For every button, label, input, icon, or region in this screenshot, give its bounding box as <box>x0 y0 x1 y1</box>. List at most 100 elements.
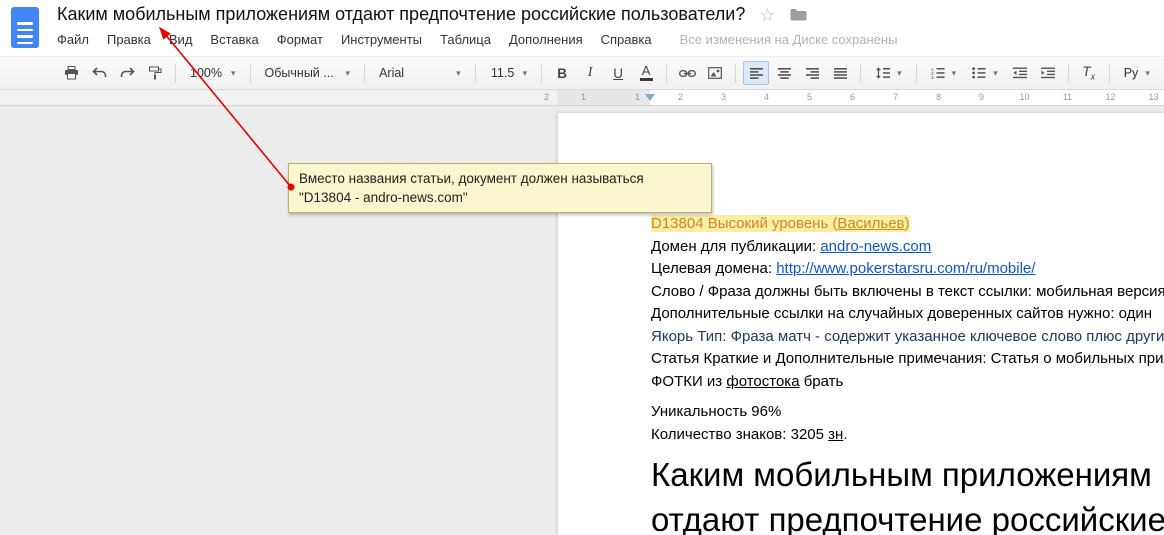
doc-text: . <box>843 426 847 443</box>
redo-button[interactable] <box>114 61 140 85</box>
domain-link[interactable]: andro-news.com <box>820 238 931 255</box>
toolbar-separator <box>860 64 861 83</box>
font-size-dropdown[interactable]: 11.5 <box>483 61 535 85</box>
annotation-callout: Вместо названия статьи, документ должен … <box>288 163 712 213</box>
doc-uniqueness-line: Уникальность 96% <box>651 401 1164 424</box>
menu-item[interactable]: Правка <box>107 32 151 47</box>
logo-line <box>17 42 33 45</box>
top-bar: Каким мобильным приложениям отдают предп… <box>0 0 1164 56</box>
doc-phrase-line: Слово / Фраза должны быть включены в тек… <box>651 281 1164 304</box>
ruler-tick: 10 <box>1003 90 1046 105</box>
menu-item[interactable]: Вставка <box>210 32 258 47</box>
doc-heading-line-2: отдают предпочтение российские <box>651 497 1164 535</box>
indent-marker[interactable] <box>645 94 655 101</box>
doc-text: Количество знаков: 3205 <box>651 426 828 443</box>
folder-icon[interactable] <box>790 8 807 21</box>
menu-item[interactable]: Формат <box>277 32 323 47</box>
document-title[interactable]: Каким мобильным приложениям отдают предп… <box>57 4 745 25</box>
insert-link-button[interactable] <box>674 61 700 85</box>
ruler-tick: 4 <box>745 90 788 105</box>
toolbar-separator <box>541 64 542 83</box>
doc-extra-line: Дополнительные ссылки на случайных довер… <box>651 303 1164 326</box>
title-row: Каким мобильным приложениям отдают предп… <box>57 4 807 25</box>
menu-item[interactable]: Вид <box>169 32 193 47</box>
ruler-tick: 13 <box>1132 90 1164 105</box>
input-tools-value: Ру <box>1124 66 1139 80</box>
align-justify-icon <box>834 68 847 79</box>
paint-format-button[interactable] <box>142 61 168 85</box>
align-center-button[interactable] <box>771 61 797 85</box>
menu-item[interactable]: Инструменты <box>341 32 422 47</box>
italic-button[interactable]: I <box>577 61 603 85</box>
doc-heading-line-1: Каким мобильным приложениям <box>651 452 1164 497</box>
ruler-page-ticks: 12345678910111213 <box>616 90 1164 105</box>
toolbar-separator <box>735 64 736 83</box>
styles-dropdown[interactable]: Обычный ... <box>258 61 358 85</box>
doc-text: Домен для публикации: <box>651 238 820 255</box>
paint-roller-icon <box>148 66 162 80</box>
undo-button[interactable] <box>86 61 112 85</box>
doc-text: Якорь Тип: Фраза матч - содержит указанн… <box>651 328 1164 345</box>
svg-text:3.: 3. <box>931 75 935 79</box>
link-icon <box>679 69 696 78</box>
toolbar-separator <box>1068 64 1069 83</box>
docs-logo[interactable] <box>11 7 39 48</box>
numbered-list-dropdown[interactable]: 1.2.3. <box>924 61 964 85</box>
line-spacing-icon <box>875 67 890 79</box>
insert-image-button[interactable] <box>702 61 728 85</box>
ruler-tick: 8 <box>917 90 960 105</box>
outdent-button[interactable] <box>1007 61 1033 85</box>
line-spacing-dropdown[interactable] <box>868 61 909 85</box>
doc-text: Статья Краткие и Дополнительные примечан… <box>651 350 1164 367</box>
bold-button[interactable]: B <box>549 61 575 85</box>
indent-icon <box>1041 67 1055 79</box>
doc-photos-line: ФОТКИ из фотостока брать <box>651 371 1164 394</box>
annotation-line-1: Вместо названия статьи, документ должен … <box>299 169 701 188</box>
ruler-tick: 1 <box>565 90 602 105</box>
doc-text: Слово / Фраза должны быть включены в тек… <box>651 283 1164 300</box>
toolbar: 100% Обычный ... Arial 11.5 B I U A <box>0 56 1164 90</box>
menu-item[interactable]: Справка <box>601 32 652 47</box>
align-right-button[interactable] <box>799 61 825 85</box>
bulleted-list-icon <box>972 67 986 79</box>
logo-line <box>17 35 33 38</box>
indent-button[interactable] <box>1035 61 1061 85</box>
doc-text: Целевая домена: <box>651 260 776 277</box>
doc-article-line: Статья Краткие и Дополнительные примечан… <box>651 348 1164 371</box>
ruler-tick: 2 <box>528 90 565 105</box>
logo-line <box>17 29 33 32</box>
chars-term: зн <box>828 426 843 443</box>
ruler-tick: 7 <box>874 90 917 105</box>
target-url-link[interactable]: http://www.pokerstarsru.com/ru/mobile/ <box>776 260 1035 277</box>
logo-line <box>17 22 33 25</box>
menu-item[interactable]: Файл <box>57 32 89 47</box>
menu-item[interactable]: Таблица <box>440 32 491 47</box>
numbered-list-icon: 1.2.3. <box>931 67 945 79</box>
input-tools-dropdown[interactable]: Ру <box>1117 61 1157 85</box>
meta-author-link[interactable]: Васильев <box>837 215 904 232</box>
text-color-button[interactable]: A <box>633 61 659 85</box>
toolbar-separator <box>666 64 667 83</box>
bulleted-list-dropdown[interactable] <box>965 61 1005 85</box>
document-body[interactable]: D13804 Высокий уровень (Васильев) Домен … <box>651 213 1164 535</box>
ruler[interactable]: 21 12345678910111213 <box>0 90 1164 106</box>
star-icon[interactable]: ☆ <box>759 6 775 24</box>
font-dropdown[interactable]: Arial <box>372 61 468 85</box>
toolbar-separator <box>916 64 917 83</box>
ruler-tick: 3 <box>702 90 745 105</box>
toolbar-separator <box>364 64 365 83</box>
redo-icon <box>120 67 135 79</box>
blank-line <box>651 393 1164 401</box>
menu-item[interactable]: Дополнения <box>509 32 583 47</box>
toolbar-separator <box>250 64 251 83</box>
save-status[interactable]: Все изменения на Диске сохранены <box>680 32 898 47</box>
print-button[interactable] <box>58 61 84 85</box>
clear-formatting-button[interactable]: Tx <box>1076 61 1102 85</box>
doc-anchor-line: Якорь Тип: Фраза матч - содержит указанн… <box>651 326 1164 349</box>
underline-button[interactable]: U <box>605 61 631 85</box>
align-justify-button[interactable] <box>827 61 853 85</box>
font-size-value: 11.5 <box>490 66 516 80</box>
zoom-dropdown[interactable]: 100% <box>183 61 243 85</box>
align-left-button[interactable] <box>743 61 769 85</box>
image-icon <box>708 67 722 79</box>
